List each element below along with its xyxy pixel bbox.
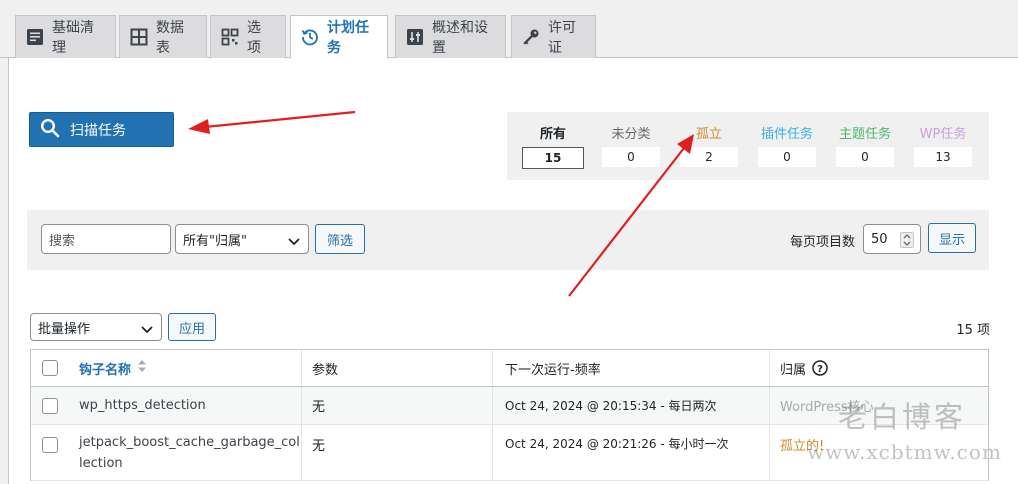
tab-label: 计划任务 [327, 20, 369, 56]
tab-scheduled-tasks[interactable]: 计划任务 [290, 15, 388, 59]
watermark-title: 老白博客 [838, 400, 967, 434]
clock-history-icon [301, 28, 319, 46]
watermark-url: www.xcbtmw.com [807, 440, 1002, 464]
arrow-to-orphaned-stat [568, 134, 694, 297]
arrow-to-scan-button [188, 110, 356, 134]
